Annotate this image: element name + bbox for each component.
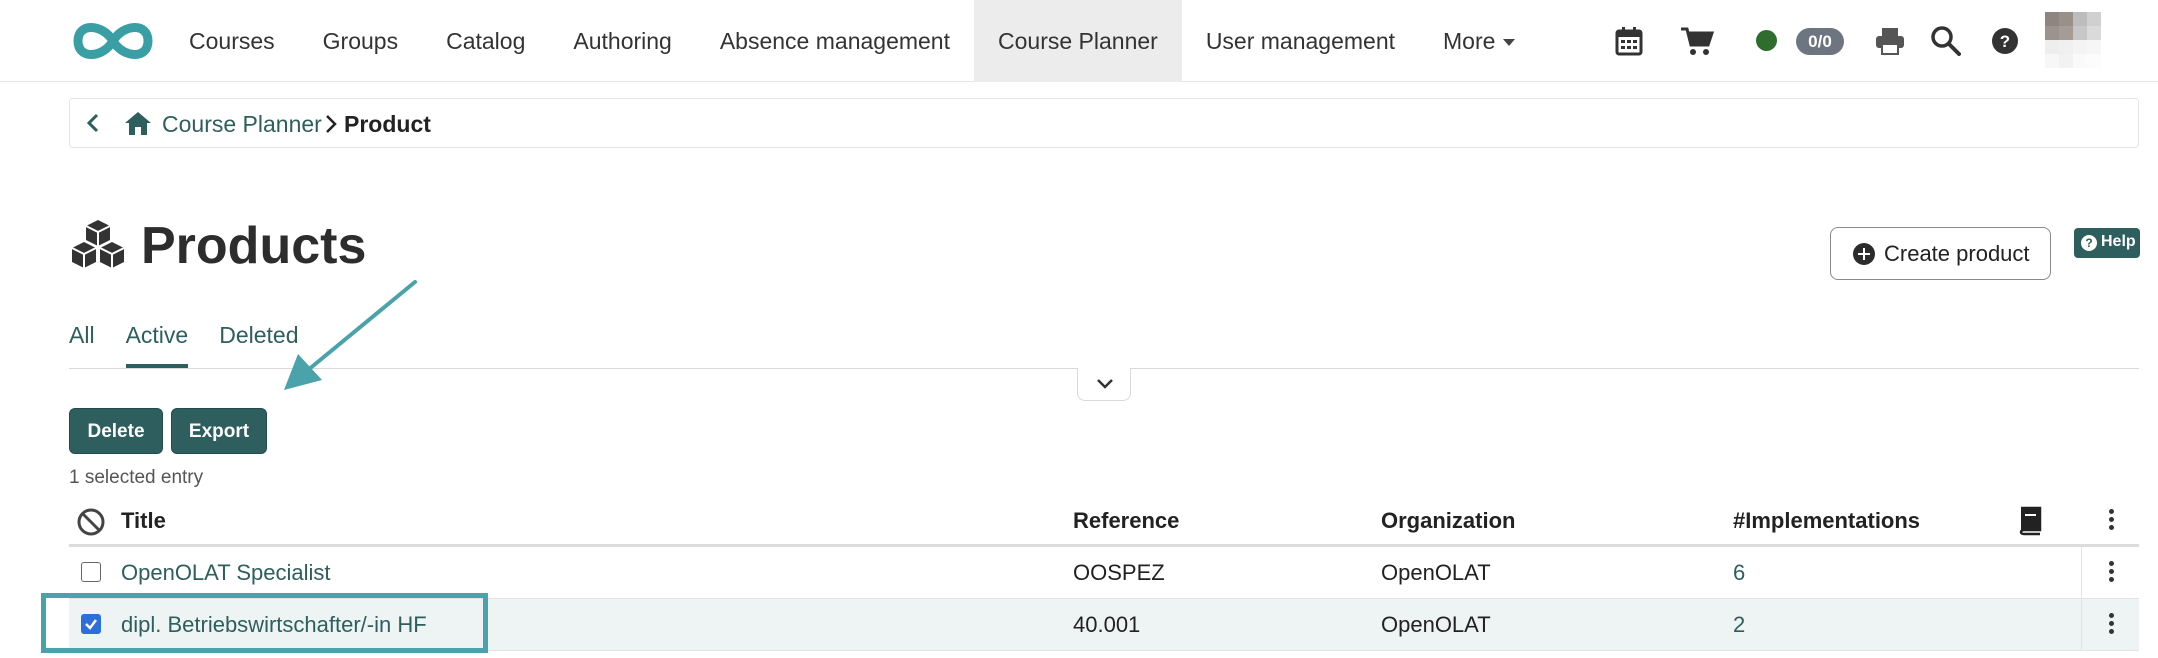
online-status-icon[interactable]	[1756, 30, 1777, 51]
home-icon[interactable]	[124, 110, 152, 136]
column-divider	[2081, 599, 2082, 651]
row-actions-icon[interactable]	[2109, 561, 2115, 585]
book-icon[interactable]	[2017, 506, 2043, 536]
nav-catalog[interactable]: Catalog	[422, 0, 549, 82]
tab-all[interactable]: All	[69, 322, 95, 368]
svg-text:?: ?	[2000, 32, 2010, 51]
selection-count: 1 selected entry	[69, 467, 204, 488]
products-cubes-icon	[71, 220, 125, 268]
page-title: Products	[141, 217, 367, 275]
create-product-button[interactable]: Create product	[1830, 227, 2051, 280]
nav-course-planner[interactable]: Course Planner	[974, 0, 1182, 82]
table-header: Title Reference Organization #Implementa…	[69, 497, 2139, 547]
column-title[interactable]: Title	[121, 508, 166, 534]
breadcrumb: Course Planner Product	[69, 98, 2139, 148]
row-actions-icon[interactable]	[2109, 613, 2115, 637]
expand-filters-button[interactable]	[1077, 368, 1131, 401]
notification-badge[interactable]: 0/0	[1796, 28, 1844, 55]
annotation-highlight-box	[41, 593, 488, 653]
annotation-arrow	[284, 280, 417, 390]
help-button[interactable]: ? Help	[2074, 228, 2140, 258]
help-icon[interactable]: ?	[1991, 27, 2019, 55]
chevron-right-icon	[326, 115, 337, 133]
cart-icon[interactable]	[1680, 26, 1714, 56]
breadcrumb-course-planner[interactable]: Course Planner	[162, 111, 322, 138]
table-options-icon[interactable]	[2109, 509, 2115, 533]
export-button[interactable]: Export	[171, 408, 267, 454]
product-organization: OpenOLAT	[1381, 560, 1491, 585]
tab-active[interactable]: Active	[125, 322, 188, 368]
chevron-down-icon	[1097, 379, 1113, 389]
nav-absence-management[interactable]: Absence management	[696, 0, 974, 82]
nav-courses[interactable]: Courses	[165, 0, 299, 82]
breadcrumb-current: Product	[344, 111, 431, 137]
nav-authoring[interactable]: Authoring	[549, 0, 695, 82]
plus-circle-icon	[1853, 243, 1875, 265]
table-row[interactable]: OpenOLAT Specialist OOSPEZ OpenOLAT 6	[69, 547, 2139, 599]
top-navigation: Courses Groups Catalog Authoring Absence…	[0, 0, 2158, 82]
openolat-logo[interactable]	[70, 16, 156, 66]
back-arrow-icon[interactable]	[82, 111, 106, 135]
row-checkbox[interactable]	[81, 562, 101, 582]
main-menu: Courses Groups Catalog Authoring Absence…	[165, 0, 1539, 82]
column-reference[interactable]: Reference	[1073, 508, 1179, 534]
product-reference: 40.001	[1073, 612, 1141, 637]
product-reference: OOSPEZ	[1073, 560, 1165, 585]
nav-groups[interactable]: Groups	[299, 0, 422, 82]
print-icon[interactable]	[1875, 26, 1905, 56]
deselect-all-icon[interactable]	[76, 507, 106, 537]
column-divider	[2081, 547, 2082, 599]
product-implementations-link[interactable]: 6	[1733, 560, 1745, 586]
column-implementations[interactable]: #Implementations	[1733, 508, 1920, 534]
search-icon[interactable]	[1930, 25, 1961, 56]
column-organization[interactable]: Organization	[1381, 508, 1515, 534]
delete-button[interactable]: Delete	[69, 408, 163, 454]
caret-down-icon	[1503, 39, 1516, 47]
product-title-link[interactable]: OpenOLAT Specialist	[121, 560, 331, 586]
calendar-icon[interactable]	[1615, 26, 1643, 56]
nav-more[interactable]: More	[1419, 0, 1539, 82]
product-organization: OpenOLAT	[1381, 612, 1491, 637]
avatar[interactable]	[2045, 12, 2101, 68]
nav-user-management[interactable]: User management	[1182, 0, 1419, 82]
question-icon: ?	[2081, 235, 2097, 251]
product-implementations-link[interactable]: 2	[1733, 612, 1745, 638]
